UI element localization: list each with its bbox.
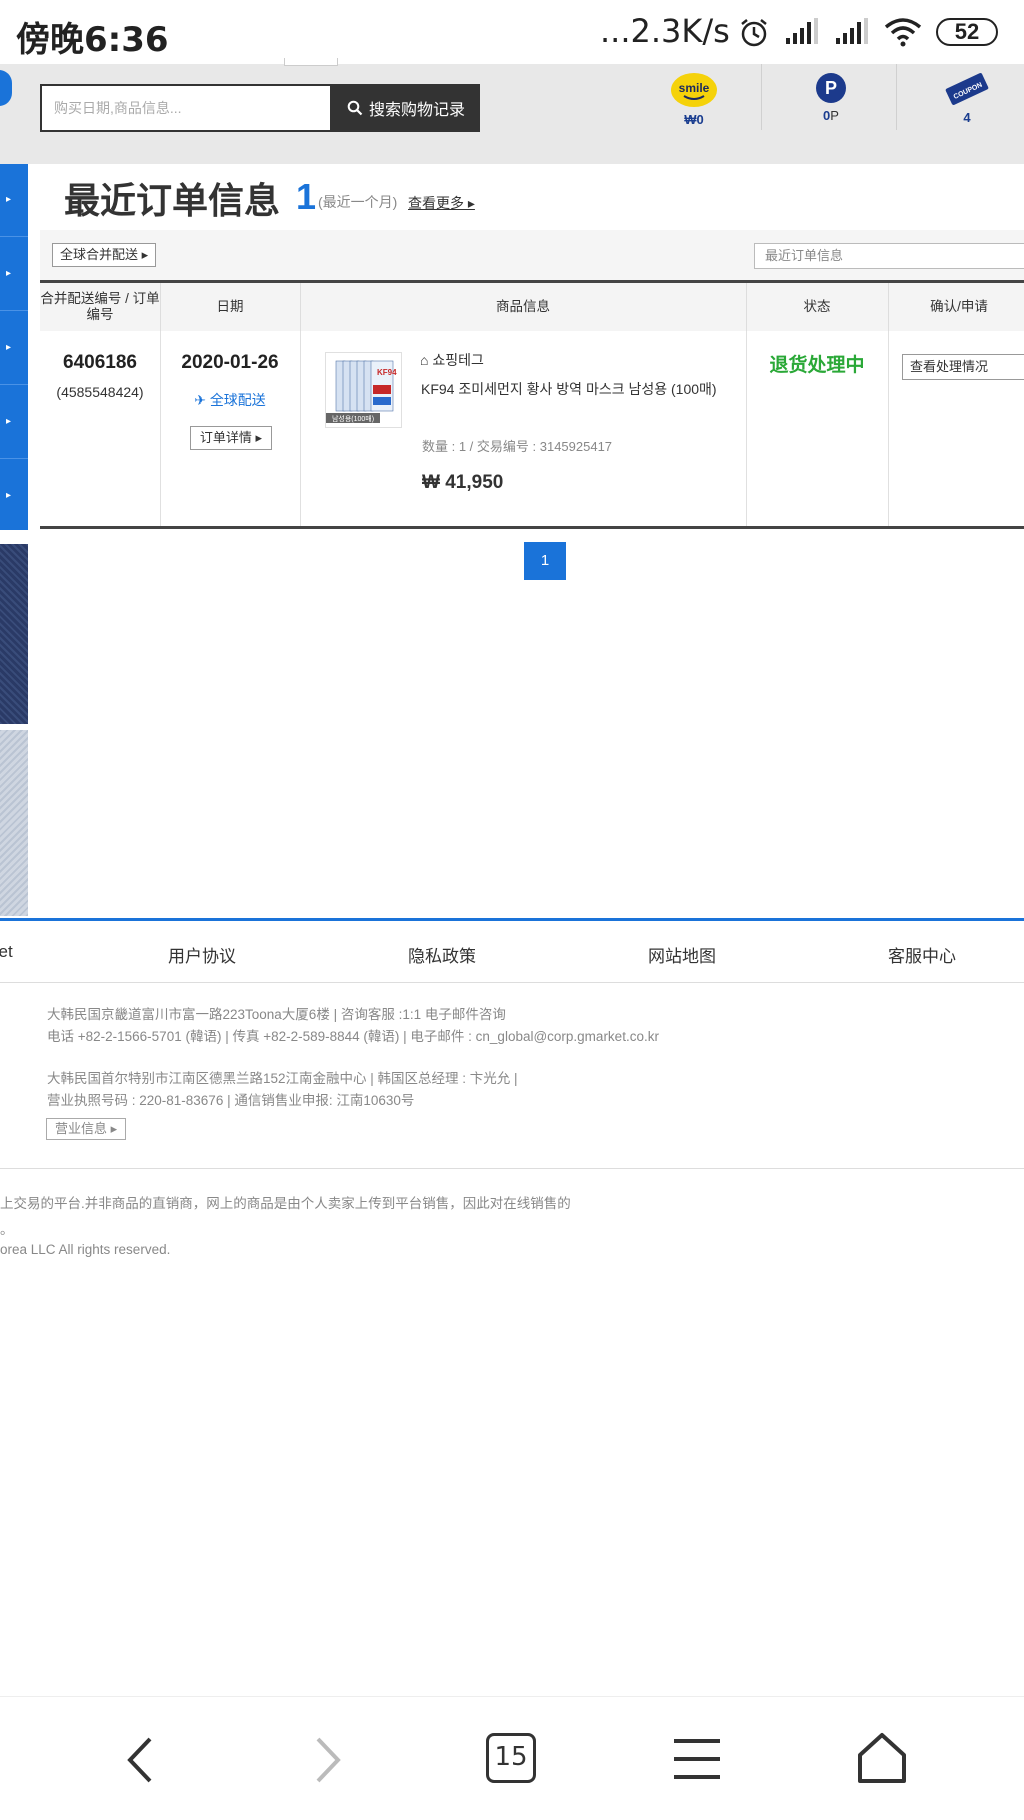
product-thumbnail[interactable]: KF94 남성용(100매) [325, 352, 402, 428]
order-sub-number: (4585548424) [56, 384, 144, 400]
coupons[interactable]: COUPON 4 [902, 72, 1024, 156]
header-order-number: 合并配送编号 / 订单编号 [40, 291, 160, 322]
left-category-rail: ▸ ▸ ▸ ▸ ▸ [0, 164, 28, 530]
signal-icon [786, 18, 818, 44]
order-number: 6406186 [63, 352, 137, 373]
table-header: 合并配送编号 / 订单编号 日期 商品信息 状态 确认/申请 [40, 283, 1024, 331]
global-shipping-link[interactable]: ✈ 全球配送 [160, 390, 300, 410]
plane-icon: ✈ [194, 392, 206, 408]
chevron-right-icon[interactable]: ▸ [6, 342, 11, 353]
battery-indicator: 52 [936, 18, 998, 46]
see-more-link[interactable]: 查看更多 ▸ [408, 193, 475, 213]
business-info-button[interactable]: 营业信息 ▸ [46, 1118, 127, 1140]
coupon-count: 4 [963, 110, 971, 125]
smile-value: ₩0 [684, 112, 704, 127]
forward-icon[interactable] [310, 1735, 346, 1785]
home-icon[interactable] [856, 1731, 908, 1785]
footer-link-support[interactable]: 客服中心 [888, 942, 956, 967]
tab-handle [284, 58, 338, 66]
global-combine-button[interactable]: 全球合并配送 ▸ [52, 243, 157, 267]
column-divider [888, 283, 889, 331]
column-divider [746, 283, 747, 331]
header-date: 日期 [216, 299, 244, 314]
wifi-icon [884, 18, 922, 47]
chevron-right-icon[interactable]: ▸ [6, 490, 11, 501]
thumb-label: 남성용(100매) [332, 414, 374, 423]
product-meta: 数量 : 1 / 交易编号 : 3145925417 [422, 439, 613, 454]
coupon-icon: COUPON [945, 73, 989, 105]
column-divider [300, 283, 301, 331]
view-process-select[interactable]: 查看处理情况 [902, 354, 1024, 380]
order-filter-select[interactable]: 最近订单信息 [754, 243, 1024, 269]
tabs-button[interactable]: 15 [486, 1733, 536, 1783]
divider [896, 64, 897, 130]
footer-link-sitemap[interactable]: 网站地图 [648, 942, 716, 967]
order-date: 2020-01-26 [181, 352, 279, 373]
disclaimer-text: 。 [0, 1222, 14, 1237]
column-divider [300, 331, 301, 526]
korea-office-line: 大韩民国首尔特别市江南区德黑兰路152江南金融中心 | 韩国区总经理 : 卞光允… [47, 1071, 518, 1086]
alarm-icon [741, 19, 767, 47]
points-value: 0P [823, 108, 839, 123]
smile-logo-icon: smile [671, 73, 717, 107]
footer-divider [0, 1168, 1024, 1169]
footer-link-terms[interactable]: 用户协议 [168, 942, 236, 967]
header-product: 商品信息 [496, 299, 550, 314]
chevron-right-icon[interactable]: ▸ [6, 194, 11, 205]
copyright-text: orea LLC All rights reserved. [0, 1242, 171, 1257]
points-icon: P [816, 73, 846, 103]
period-note: (最近一个月) [318, 194, 398, 210]
smile-logo-text: smile [679, 81, 710, 95]
network-speed: ...2.3K/s [600, 12, 730, 50]
search-input[interactable]: 购买日期,商品信息... [40, 84, 332, 132]
company-contact-line: 电话 +82-2-1566-5701 (韓语) | 传真 +82-2-589-8… [47, 1029, 659, 1044]
chevron-right-icon[interactable]: ▸ [6, 268, 11, 279]
header-status: 状态 [803, 299, 831, 314]
company-address-line: 大韩民国京畿道富川市富一路223Toona大厦6楼 | 咨询客服 :1:1 电子… [47, 1007, 506, 1022]
status-time: 傍晚6:36 [16, 20, 169, 60]
home-icon: ⌂ [420, 352, 429, 368]
order-status: 退货处理中 [769, 355, 865, 376]
header-action: 确认/申请 [930, 299, 988, 314]
mask-box-image: KF94 남성용(100매) [326, 353, 401, 427]
column-divider [160, 283, 161, 331]
table-border [40, 526, 1024, 529]
smile-cash[interactable]: smile ₩0 [629, 72, 759, 156]
status-icons: 52 [738, 12, 998, 52]
footer-link-privacy[interactable]: 隐私政策 [408, 942, 476, 967]
order-count: 1 [296, 176, 317, 217]
side-banner[interactable] [0, 544, 28, 724]
business-license-line: 营业执照号码 : 220-81-83676 | 通信销售业申报: 江南10630… [47, 1093, 415, 1108]
signal-icon [836, 18, 868, 44]
footer-divider [0, 918, 1024, 921]
browser-nav-bar: 15 [0, 1696, 1024, 1820]
divider [761, 64, 762, 130]
svg-text:P: P [825, 78, 837, 98]
thumb-kf94: KF94 [377, 368, 397, 377]
back-icon[interactable] [122, 1735, 158, 1785]
points[interactable]: P 0P [766, 72, 896, 156]
side-banner[interactable] [0, 730, 28, 916]
disclaimer-text: 上交易的平台.并非商品的直销商，网上的商品是由个人卖家上传到平台销售，因此对在线… [0, 1196, 571, 1211]
product-name[interactable]: KF94 조미세먼지 황사 방역 마스크 남성용 (100매) [421, 378, 721, 400]
search-button-label: 搜索购物记录 [368, 102, 465, 119]
product-price: ₩ 41,950 [422, 472, 504, 493]
order-detail-button[interactable]: 订单详情 ▸ [190, 426, 272, 450]
footer-link-brand[interactable]: ket [0, 942, 13, 962]
chevron-right-icon[interactable]: ▸ [6, 416, 11, 427]
search-button[interactable]: 搜索购物记录 [332, 84, 480, 132]
footer-divider [0, 982, 1024, 983]
seller-name[interactable]: ⌂ 쇼핑테그 [420, 350, 484, 370]
column-divider [888, 331, 889, 526]
page-title: 最近订单信息 [64, 181, 281, 222]
menu-icon[interactable] [672, 1737, 722, 1781]
search-icon [347, 100, 363, 116]
pagination-page-1[interactable]: 1 [524, 542, 566, 580]
